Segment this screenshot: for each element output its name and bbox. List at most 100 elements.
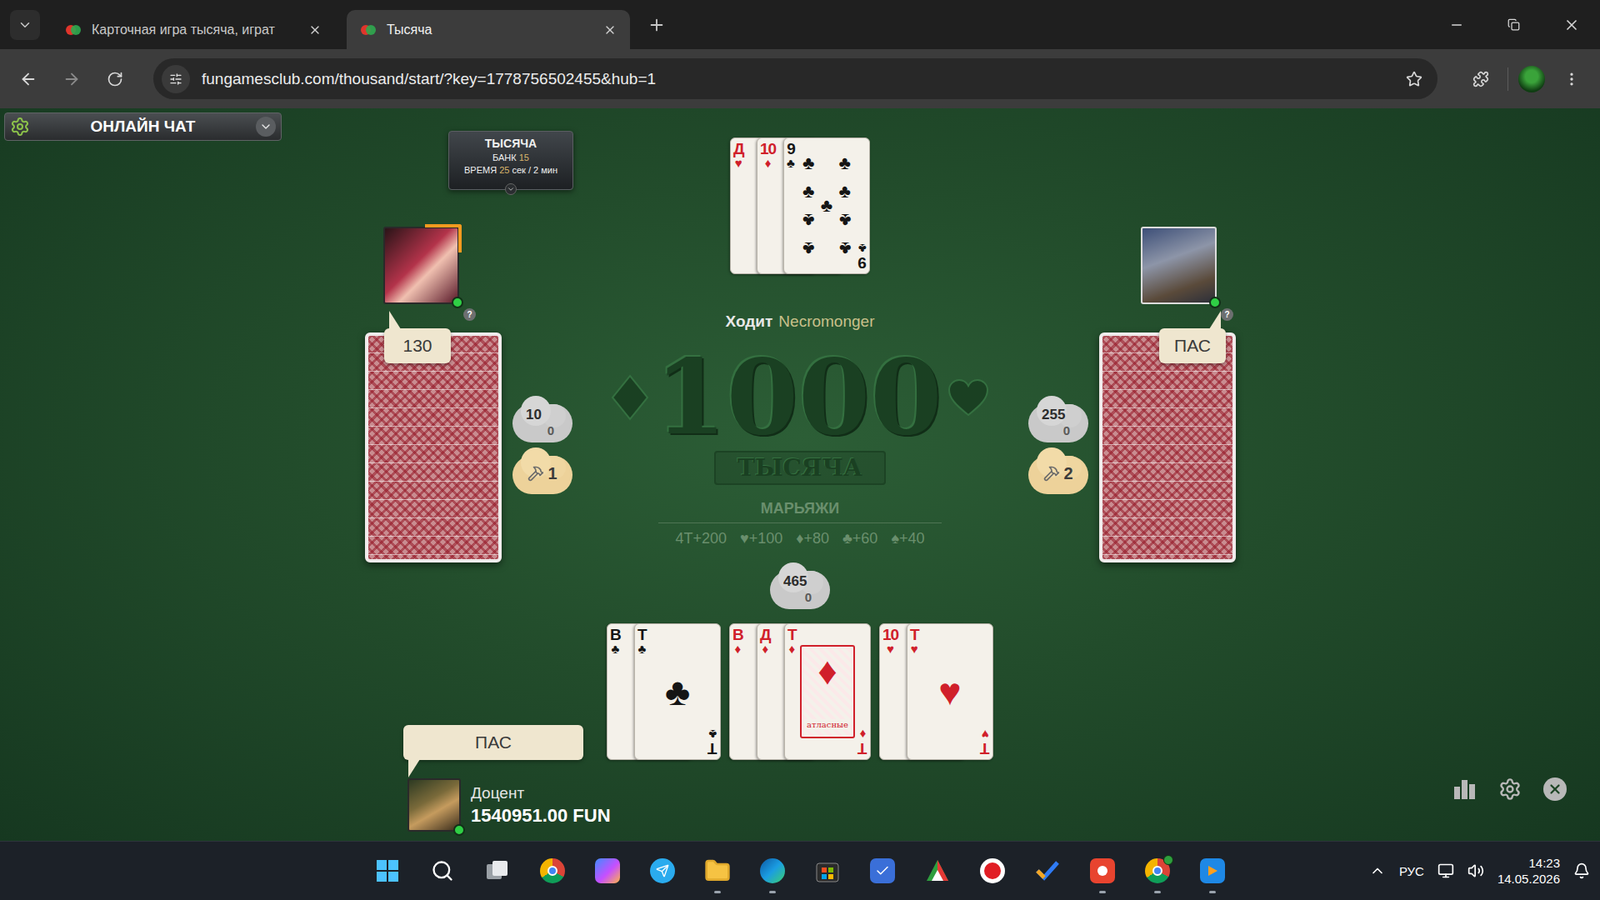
reload-button[interactable] bbox=[98, 62, 132, 96]
card-rank: Т bbox=[637, 626, 647, 643]
browser-tab[interactable]: Тысяча bbox=[346, 10, 630, 50]
playing-card[interactable]: Т♥♥Т♥ bbox=[906, 623, 994, 760]
settings-button[interactable] bbox=[1496, 775, 1524, 803]
close-window-button[interactable] bbox=[1542, 0, 1600, 50]
logo-row: 1000 bbox=[610, 345, 989, 450]
seat-cards-row: 25502ПАС bbox=[1016, 332, 1235, 563]
minimize-button[interactable] bbox=[1427, 0, 1485, 50]
taskbar-app[interactable] bbox=[584, 846, 631, 895]
opponent-avatar[interactable]: ? bbox=[383, 226, 460, 305]
card-rank: 9 bbox=[786, 140, 795, 157]
online-dot bbox=[1209, 296, 1221, 309]
card-back-stack: ПАС bbox=[1099, 332, 1236, 563]
taskbar-app[interactable] bbox=[694, 846, 741, 895]
playing-card[interactable]: 9♣♣♣♣♣♣♣♣♣♣9♣ bbox=[783, 137, 870, 275]
tray-overflow-button[interactable] bbox=[1369, 862, 1386, 880]
card-suit: ♦ bbox=[765, 156, 772, 170]
notifications-button[interactable] bbox=[1573, 862, 1590, 880]
site-favicon-icon bbox=[65, 21, 82, 39]
card-pip: ♣ bbox=[839, 210, 851, 230]
search-icon bbox=[430, 859, 455, 883]
input-language[interactable]: РУС bbox=[1399, 864, 1425, 879]
bookmark-button[interactable] bbox=[1397, 62, 1431, 96]
taskbar-app[interactable] bbox=[1134, 846, 1181, 895]
taskbar-app[interactable] bbox=[914, 846, 961, 895]
turn-label: Ходит bbox=[725, 312, 774, 331]
site-info-button[interactable] bbox=[161, 65, 190, 94]
profile-badge bbox=[1163, 855, 1174, 865]
copilot-icon bbox=[595, 858, 620, 884]
profile-button[interactable] bbox=[1518, 65, 1545, 93]
taskbar-app[interactable] bbox=[1189, 846, 1236, 895]
help-badge[interactable]: ? bbox=[1220, 308, 1234, 321]
clock[interactable]: 14:2314.05.2026 bbox=[1497, 855, 1560, 886]
taskbar-app[interactable] bbox=[804, 846, 851, 895]
time-value: 25 bbox=[499, 165, 510, 175]
taskbar-app[interactable] bbox=[1024, 846, 1071, 895]
check-icon bbox=[875, 863, 890, 879]
new-tab-button[interactable] bbox=[641, 10, 672, 40]
address-bar[interactable]: fungamesclub.com/thousand/start/?key=177… bbox=[153, 58, 1438, 100]
hammer-icon bbox=[1043, 465, 1060, 482]
playing-card[interactable]: Т♣♣Т♣ bbox=[634, 623, 721, 760]
taskbar-app[interactable] bbox=[364, 846, 411, 895]
url-text[interactable]: fungamesclub.com/thousand/start/?key=177… bbox=[201, 70, 1386, 89]
card-pip: ♣ bbox=[820, 196, 833, 215]
restore-button[interactable] bbox=[1485, 0, 1543, 50]
my-avatar[interactable] bbox=[407, 778, 461, 832]
help-badge[interactable]: ? bbox=[463, 308, 476, 321]
my-bid-column: ПАС bbox=[365, 108, 584, 760]
close-icon bbox=[603, 23, 617, 37]
extensions-button[interactable] bbox=[1464, 62, 1498, 96]
back-button[interactable] bbox=[11, 62, 45, 96]
browser-toolbar: fungamesclub.com/thousand/start/?key=177… bbox=[0, 49, 1600, 109]
stats-icon bbox=[1453, 778, 1477, 800]
card-pip: ♣ bbox=[839, 182, 851, 201]
tab-close-button[interactable] bbox=[305, 20, 325, 40]
chat-toggle[interactable] bbox=[255, 116, 276, 137]
close-circle bbox=[1543, 777, 1567, 801]
taskbar-app[interactable] bbox=[419, 846, 466, 895]
card-rank: Т bbox=[910, 626, 920, 643]
card-corner: В♦ bbox=[732, 626, 744, 655]
taskbar-app[interactable] bbox=[1079, 846, 1126, 895]
running-mark bbox=[714, 890, 721, 894]
chevron-down-icon bbox=[17, 17, 33, 33]
online-chat-bar[interactable]: ОНЛАЙН ЧАТ bbox=[4, 112, 282, 141]
forward-button[interactable] bbox=[55, 62, 89, 96]
taskbar-app[interactable] bbox=[639, 846, 686, 895]
windows-start-icon bbox=[375, 859, 400, 883]
taskbar-app[interactable] bbox=[969, 846, 1016, 895]
chrome-icon bbox=[540, 858, 565, 884]
taskbar-app[interactable] bbox=[749, 846, 796, 895]
taskbar-app[interactable] bbox=[529, 846, 576, 895]
browser-tab[interactable]: Карточная игра тысяча, играт bbox=[51, 10, 335, 50]
record-icon bbox=[980, 858, 1005, 884]
my-hand: В♣Т♣♣Т♣В♦Д♦Т♦♦атласныеТ♦10♥Т♥♥Т♥ bbox=[606, 623, 994, 760]
card-suit: ♥ bbox=[886, 642, 895, 655]
playing-card[interactable]: Т♦♦атласныеТ♦ bbox=[784, 623, 871, 760]
card-pip: ♣ bbox=[839, 239, 851, 258]
tab-close-button[interactable] bbox=[600, 20, 620, 40]
diamond-icon bbox=[610, 374, 650, 421]
card-suit: ♣ bbox=[665, 672, 690, 711]
info-toggle[interactable] bbox=[505, 183, 517, 195]
marriage-item: ♥+100 bbox=[740, 530, 783, 548]
leave-game-button[interactable] bbox=[1541, 775, 1569, 803]
card-corner: Т♦ bbox=[858, 728, 868, 757]
gear-icon[interactable] bbox=[10, 116, 30, 137]
opponent-avatar-holder: ? bbox=[1140, 226, 1235, 305]
score-value: 465 bbox=[770, 573, 807, 590]
marriage-item: ♠+40 bbox=[890, 530, 925, 548]
close-icon bbox=[308, 23, 322, 37]
menu-button[interactable] bbox=[1555, 62, 1589, 96]
taskbar-app[interactable] bbox=[859, 846, 906, 895]
volume-button[interactable] bbox=[1467, 862, 1485, 880]
stats-button[interactable] bbox=[1451, 775, 1479, 803]
taskbar-app[interactable] bbox=[474, 846, 521, 895]
tab-search-button[interactable] bbox=[10, 10, 40, 40]
opponent-avatar[interactable]: ? bbox=[1140, 226, 1217, 305]
network-button[interactable] bbox=[1437, 862, 1455, 880]
